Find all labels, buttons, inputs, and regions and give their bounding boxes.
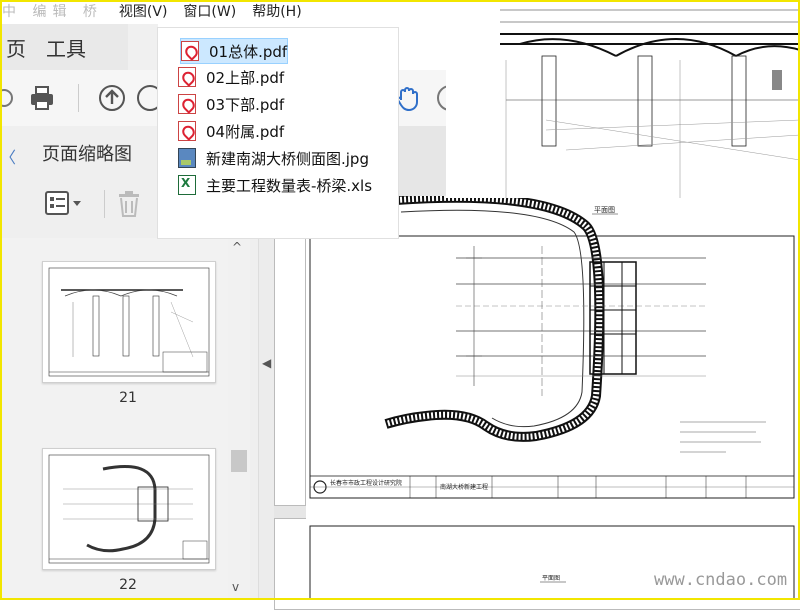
hand-tool-icon[interactable]: [394, 84, 422, 112]
scrollbar-thumb[interactable]: [231, 450, 247, 472]
thumbnail-page-number: 21: [119, 390, 137, 406]
thumbnail-page-number: 22: [119, 577, 137, 593]
drawing-page-22: 平面图 长春市市政工程设计研究院 南湖大桥新建工程 平面图: [306, 192, 800, 601]
bridge-elevation-drawing: [500, 9, 800, 198]
scroll-down-icon[interactable]: v: [232, 580, 239, 594]
excel-icon: [178, 175, 196, 195]
pdf-icon: [178, 94, 196, 114]
file-item-02[interactable]: 02上部.pdf: [178, 65, 284, 89]
thumbnail-drawing: [48, 267, 210, 377]
file-item-06[interactable]: 主要工程数量表-桥梁.xls: [178, 173, 372, 197]
plan-label: 平面图: [594, 206, 615, 214]
menu-window[interactable]: 窗口(W): [175, 0, 244, 24]
menu-bar: 中 编辑 桥 视图(V) 窗口(W) 帮助(H): [0, 0, 460, 24]
bridge-plan-drawing: 平面图 长春市市政工程设计研究院 南湖大桥新建工程 平面图: [309, 192, 795, 601]
thumbnail-page-21[interactable]: [42, 261, 216, 383]
thumbnail-drawing: [48, 454, 210, 564]
file-name: 04附属.pdf: [206, 122, 285, 141]
pdf-icon: [181, 41, 199, 61]
thumbnail-page-22[interactable]: [42, 448, 216, 570]
scroll-up-icon[interactable]: ^: [232, 240, 242, 254]
thumbnail-scrollbar[interactable]: ^ v: [228, 238, 250, 600]
file-name: 主要工程数量表-桥梁.xls: [206, 176, 373, 195]
tab-tools[interactable]: 工具: [40, 33, 100, 62]
panel-collapse-icon[interactable]: 〈: [0, 144, 16, 168]
file-item-01[interactable]: 01总体.pdf: [180, 38, 289, 64]
file-name: 03下部.pdf: [206, 95, 285, 114]
file-name: 01总体.pdf: [209, 42, 288, 61]
menu-view[interactable]: 视图(V): [111, 0, 176, 24]
tab-row-filler: [128, 24, 158, 70]
pdf-icon: [178, 121, 196, 141]
menu-help[interactable]: 帮助(H): [244, 0, 309, 24]
toolbar-divider: [78, 84, 79, 112]
partial-toolbar-icon[interactable]: [0, 84, 18, 112]
thumbnail-options-icon[interactable]: [44, 190, 84, 218]
pdf-icon: [178, 67, 196, 87]
print-icon[interactable]: [28, 84, 56, 112]
page-up-icon[interactable]: [98, 84, 126, 112]
watermark: www.cndao.com: [654, 570, 788, 590]
file-name: 02上部.pdf: [206, 68, 285, 87]
file-item-04[interactable]: 04附属.pdf: [178, 119, 284, 143]
image-icon: [178, 148, 196, 168]
file-list: 01总体.pdf 02上部.pdf 03下部.pdf 04附属.pdf 新建南湖…: [158, 28, 398, 238]
next-plan-label: 平面图: [542, 575, 560, 582]
panel-title: 页面缩略图: [42, 144, 132, 165]
file-item-03[interactable]: 03下部.pdf: [178, 92, 284, 116]
tab-page[interactable]: 页: [0, 33, 40, 62]
file-item-05[interactable]: 新建南湖大桥侧面图.jpg: [178, 146, 369, 170]
file-name: 新建南湖大桥侧面图.jpg: [206, 149, 369, 168]
panel-divider: [104, 190, 105, 218]
elevation-drawing: [446, 0, 800, 198]
delete-icon[interactable]: [116, 190, 142, 218]
collapse-left-icon[interactable]: ◀: [262, 356, 271, 370]
menu-faded-text: 中 编辑 桥: [2, 4, 103, 20]
institute-name: 长春市市政工程设计研究院: [330, 479, 402, 487]
